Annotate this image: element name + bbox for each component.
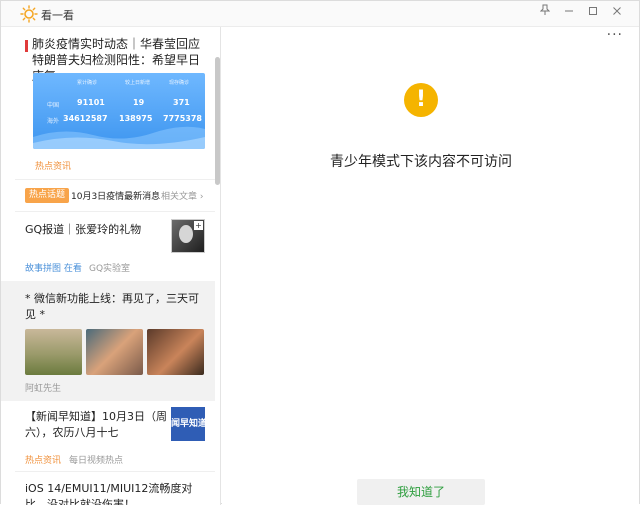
- article-source: 每日视频热点: [69, 456, 124, 466]
- related-articles-link[interactable]: 相关文章 ›: [161, 189, 203, 202]
- divider: [15, 471, 215, 472]
- article-photo: [25, 329, 82, 375]
- more-options-icon[interactable]: ···: [607, 27, 623, 43]
- warning-icon: !: [404, 83, 438, 117]
- red-marker: [25, 40, 28, 52]
- stats-value: 7775378: [163, 114, 202, 123]
- divider: [15, 179, 215, 180]
- stats-row-label: 海外: [47, 118, 60, 125]
- maximize-icon[interactable]: [583, 4, 603, 22]
- app-window: 看一看 肺炎疫情实时动态｜华春莹回应特朗普夫妇检测阳性：希望早日康复 累计确诊: [0, 0, 640, 505]
- article-photo: [147, 329, 204, 375]
- stats-value: 371: [173, 98, 190, 107]
- divider: [15, 211, 215, 212]
- restriction-message: 青少年模式下该内容不可访问: [330, 154, 512, 170]
- article-card-epidemic[interactable]: 肺炎疫情实时动态｜华春莹回应特朗普夫妇检测阳性：希望早日康复 累计确诊 较上日新…: [1, 27, 215, 179]
- article-photo: [86, 329, 143, 375]
- article-author: 阿虹先生: [25, 384, 62, 394]
- article-source: GQ实验室: [89, 264, 131, 274]
- article-list-sidebar: 肺炎疫情实时动态｜华春莹回应特朗普夫妇检测阳性：希望早日康复 累计确诊 较上日新…: [1, 27, 221, 505]
- article-thumbnail: +: [171, 219, 205, 253]
- article-title: GQ报道｜张爱玲的礼物: [25, 223, 142, 236]
- article-tag: 热点资讯: [25, 456, 62, 466]
- stats-value: 91101: [77, 98, 105, 107]
- stats-value: 19: [133, 98, 145, 107]
- stats-col-header: 累计确诊: [77, 80, 98, 86]
- epidemic-stats-image: 累计确诊 较上日新增 现存确诊 中国 91101 19 371 海外 34612…: [33, 73, 205, 149]
- stats-row-label: 中国: [47, 102, 60, 109]
- hot-topic-badge: 热点话题: [25, 188, 70, 203]
- stats-value: 34612587: [63, 114, 108, 123]
- plus-icon: +: [194, 221, 203, 230]
- pin-icon[interactable]: [535, 4, 555, 22]
- portrait-image: [179, 225, 193, 243]
- stats-col-header: 现存确诊: [169, 80, 190, 86]
- source-tag: 故事拼图 在看: [25, 264, 82, 274]
- article-title: 【新闻早知道】10月3日（周六），农历八月十七: [25, 410, 167, 439]
- stats-col-header: 较上日新增: [125, 80, 151, 86]
- article-tag: 热点资讯: [35, 162, 72, 172]
- article-title: * 微信新功能上线：再见了，三天可见 *: [25, 292, 199, 321]
- acknowledge-button[interactable]: 我知道了: [357, 479, 485, 505]
- article-thumbnail: 闻早知道: [171, 407, 205, 441]
- app-title: 看一看: [41, 9, 74, 22]
- content-panel: ··· ! 青少年模式下该内容不可访问 我知道了: [222, 27, 639, 505]
- article-card-wechat[interactable]: * 微信新功能上线：再见了，三天可见 * 阿虹先生: [1, 281, 215, 401]
- sun-logo-icon: [20, 5, 38, 23]
- stats-value: 138975: [119, 114, 153, 123]
- close-icon[interactable]: [607, 4, 627, 22]
- article-card-ios[interactable]: iOS 14/EMUI11/MIUI12流畅度对比，没对比就没伤害！: [25, 481, 211, 505]
- title-bar: 看一看: [1, 1, 639, 27]
- minimize-icon[interactable]: [559, 4, 579, 22]
- sidebar-scrollbar[interactable]: [215, 57, 220, 185]
- hot-topic-headline: 10月3日疫情最新消息: [71, 192, 161, 202]
